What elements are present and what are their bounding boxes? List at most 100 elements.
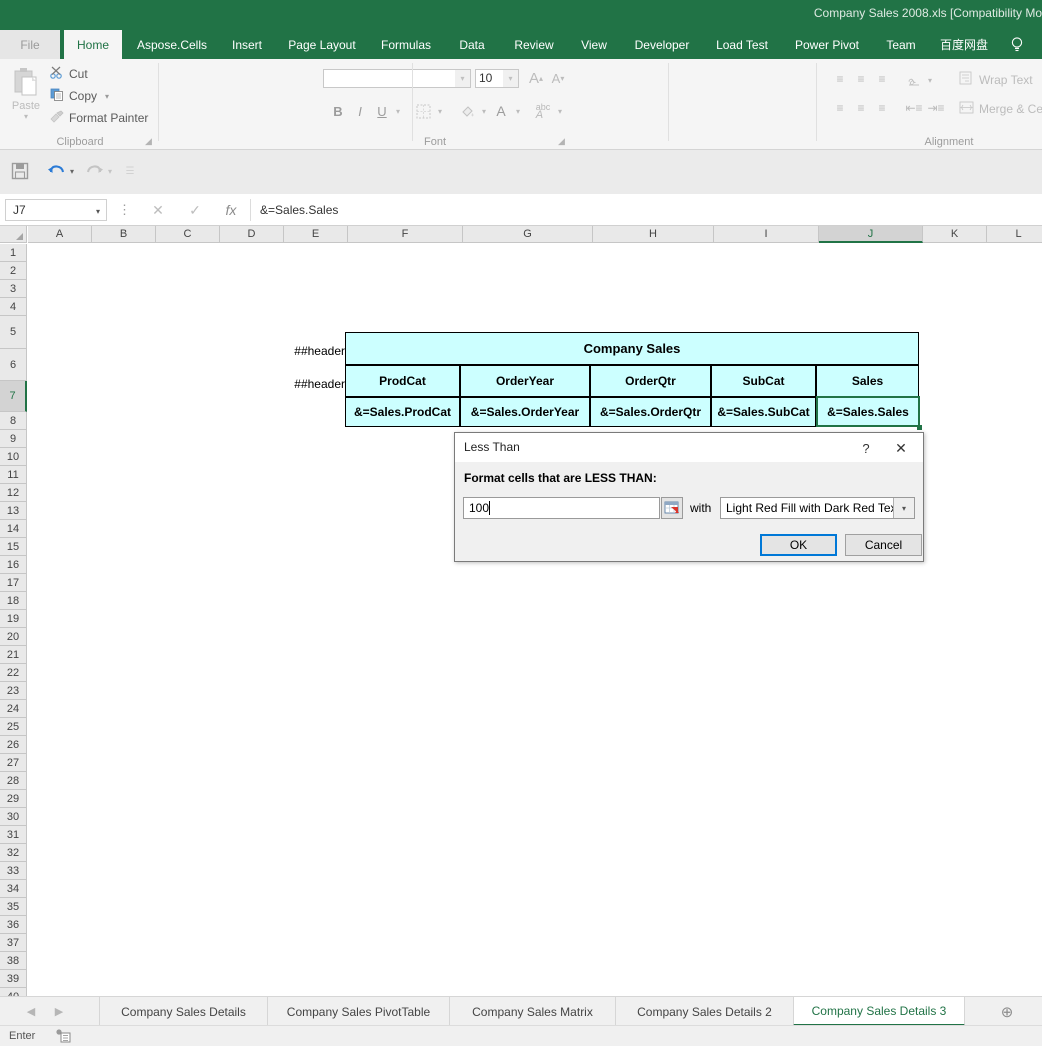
row-header-9[interactable]: 9 — [0, 430, 27, 448]
confirm-entry-icon[interactable]: ✓ — [182, 199, 208, 221]
row-header-1[interactable]: 1 — [0, 244, 27, 262]
ribbon-tab-formulas[interactable]: Formulas — [370, 30, 442, 59]
ribbon-tab-baidu-netdisk[interactable]: 百度网盘 — [930, 30, 998, 59]
ribbon-tab-view[interactable]: View — [568, 30, 620, 59]
row-header-30[interactable]: 30 — [0, 808, 27, 826]
column-header-d[interactable]: D — [220, 226, 284, 243]
ribbon-tab-aspose-cells[interactable]: Aspose.Cells — [126, 30, 218, 59]
report-header-orderyear[interactable]: OrderYear — [460, 365, 590, 397]
row-header-3[interactable]: 3 — [0, 280, 27, 298]
row-header-39[interactable]: 39 — [0, 970, 27, 988]
copy-dropdown-caret-icon[interactable]: ▾ — [105, 92, 109, 101]
macro-record-icon[interactable] — [55, 1029, 71, 1044]
select-all-corner[interactable] — [0, 226, 27, 243]
format-painter-button[interactable]: Format Painter — [50, 110, 148, 126]
grid-cells[interactable]: ##header ##header Company Sales ProdCat … — [28, 244, 1042, 996]
column-header-j[interactable]: J — [819, 226, 923, 243]
row-header-13[interactable]: 13 — [0, 502, 27, 520]
row-header-38[interactable]: 38 — [0, 952, 27, 970]
row-header-15[interactable]: 15 — [0, 538, 27, 556]
row-header-27[interactable]: 27 — [0, 754, 27, 772]
column-header-i[interactable]: I — [714, 226, 819, 243]
report-header-orderqtr[interactable]: OrderQtr — [590, 365, 711, 397]
formula-input[interactable]: &=Sales.Sales — [250, 199, 1042, 221]
report-header-prodcat[interactable]: ProdCat — [345, 365, 460, 397]
row-header-10[interactable]: 10 — [0, 448, 27, 466]
row-header-22[interactable]: 22 — [0, 664, 27, 682]
column-header-k[interactable]: K — [923, 226, 987, 243]
help-icon[interactable]: ? — [855, 438, 877, 458]
column-header-g[interactable]: G — [463, 226, 593, 243]
row-header-23[interactable]: 23 — [0, 682, 27, 700]
column-header-h[interactable]: H — [593, 226, 714, 243]
paste-button[interactable]: Paste ▾ — [6, 63, 46, 133]
ribbon-tab-review[interactable]: Review — [502, 30, 566, 59]
redo-icon[interactable] — [82, 160, 106, 182]
report-data-prodcat[interactable]: &=Sales.ProdCat — [345, 397, 460, 427]
row-header-16[interactable]: 16 — [0, 556, 27, 574]
report-data-subcat[interactable]: &=Sales.SubCat — [711, 397, 816, 427]
sheet-tab-company-sales-details-3[interactable]: Company Sales Details 3 — [793, 997, 965, 1026]
ribbon-tab-file[interactable]: File — [0, 30, 60, 59]
row-header-34[interactable]: 34 — [0, 880, 27, 898]
threshold-input[interactable]: 100 — [463, 497, 660, 519]
row-header-8[interactable]: 8 — [0, 412, 27, 430]
sheet-tab-company-sales-details[interactable]: Company Sales Details — [99, 997, 267, 1026]
insert-function-icon[interactable]: fx — [218, 199, 244, 221]
redo-dropdown-caret-icon[interactable]: ▾ — [104, 160, 116, 182]
bold-button[interactable]: B — [328, 101, 348, 121]
row-header-5[interactable]: 5 — [0, 316, 27, 349]
row-header-32[interactable]: 32 — [0, 844, 27, 862]
report-header-subcat[interactable]: SubCat — [711, 365, 816, 397]
ribbon-tab-page-layout[interactable]: Page Layout — [276, 30, 368, 59]
column-header-f[interactable]: F — [348, 226, 463, 243]
row-header-37[interactable]: 37 — [0, 934, 27, 952]
underline-dropdown-caret-icon[interactable]: ▾ — [392, 103, 404, 119]
row-header-6[interactable]: 6 — [0, 349, 27, 381]
ribbon-tab-power-pivot[interactable]: Power Pivot — [782, 30, 872, 59]
save-icon[interactable] — [8, 160, 32, 182]
row-header-35[interactable]: 35 — [0, 898, 27, 916]
tell-me-lightbulb-icon[interactable] — [1000, 30, 1034, 59]
row-header-21[interactable]: 21 — [0, 646, 27, 664]
row-header-12[interactable]: 12 — [0, 484, 27, 502]
row-header-4[interactable]: 4 — [0, 298, 27, 316]
row-header-11[interactable]: 11 — [0, 466, 27, 484]
ribbon-tab-insert[interactable]: Insert — [220, 30, 274, 59]
cut-button[interactable]: Cut — [50, 66, 88, 82]
undo-dropdown-caret-icon[interactable]: ▾ — [66, 160, 78, 182]
row-header-31[interactable]: 31 — [0, 826, 27, 844]
report-title-cell[interactable]: Company Sales — [345, 332, 919, 365]
row-header-29[interactable]: 29 — [0, 790, 27, 808]
ok-button[interactable]: OK — [760, 534, 837, 556]
row-header-24[interactable]: 24 — [0, 700, 27, 718]
customize-qat-icon[interactable]: ☰ — [122, 160, 138, 182]
row-header-18[interactable]: 18 — [0, 592, 27, 610]
row-header-2[interactable]: 2 — [0, 262, 27, 280]
close-icon[interactable]: ✕ — [889, 438, 913, 458]
report-data-orderyear[interactable]: &=Sales.OrderYear — [460, 397, 590, 427]
sheet-tab-company-sales-details-2[interactable]: Company Sales Details 2 — [615, 997, 793, 1026]
report-data-orderqtr[interactable]: &=Sales.OrderQtr — [590, 397, 711, 427]
row-header-25[interactable]: 25 — [0, 718, 27, 736]
row-header-7[interactable]: 7 — [0, 381, 27, 412]
italic-button[interactable]: I — [350, 101, 370, 121]
column-header-l[interactable]: L — [987, 226, 1042, 243]
cancel-button[interactable]: Cancel — [845, 534, 922, 556]
format-style-select[interactable]: Light Red Fill with Dark Red Text ▾ — [720, 497, 915, 519]
report-data-sales-selected[interactable]: &=Sales.Sales — [816, 396, 920, 427]
row-header-20[interactable]: 20 — [0, 628, 27, 646]
name-box[interactable]: J7 ▾ — [5, 199, 107, 221]
row-header-28[interactable]: 28 — [0, 772, 27, 790]
ribbon-tab-home[interactable]: Home — [64, 30, 122, 59]
column-header-e[interactable]: E — [284, 226, 348, 243]
copy-button[interactable]: Copy ▾ — [50, 88, 109, 104]
row-header-33[interactable]: 33 — [0, 862, 27, 880]
column-header-c[interactable]: C — [156, 226, 220, 243]
format-style-dropdown-caret-icon[interactable]: ▾ — [893, 498, 914, 518]
ribbon-tab-data[interactable]: Data — [444, 30, 500, 59]
report-header-sales[interactable]: Sales — [816, 365, 919, 397]
column-header-a[interactable]: A — [28, 226, 92, 243]
row-header-36[interactable]: 36 — [0, 916, 27, 934]
next-sheet-arrow-icon[interactable]: ▶ — [46, 997, 72, 1026]
